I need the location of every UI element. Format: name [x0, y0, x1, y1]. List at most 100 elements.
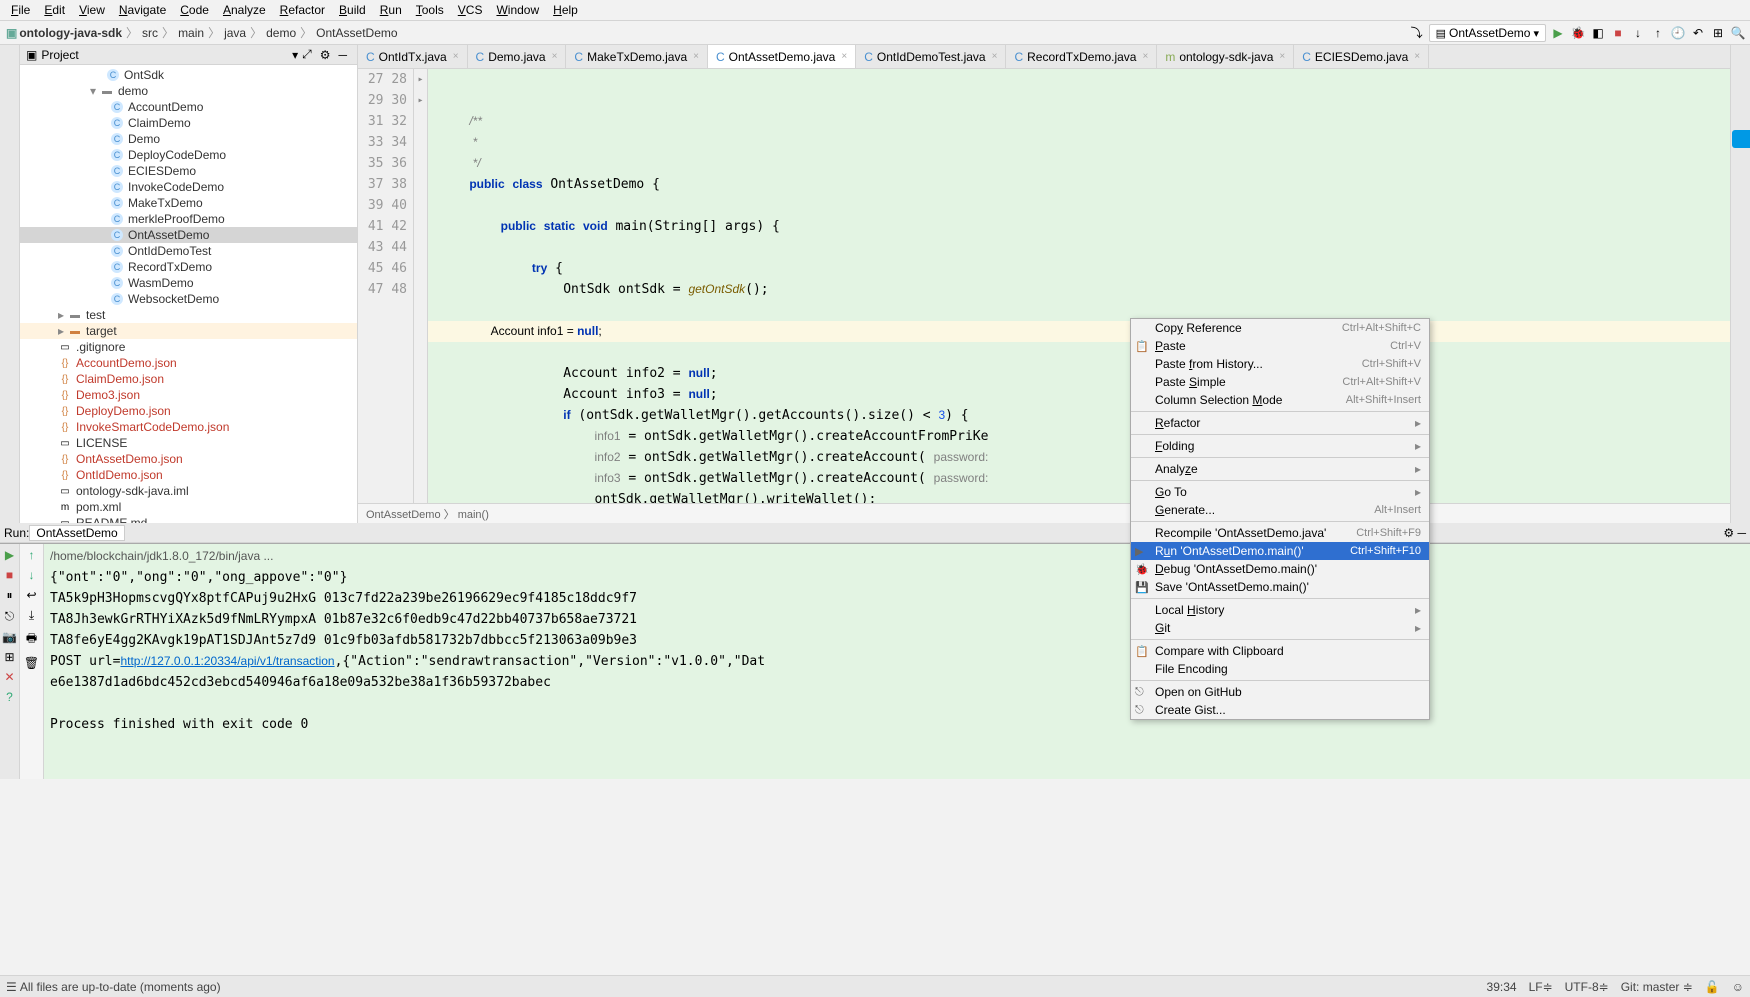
tree-item-ClaimDemo[interactable]: ClaimDemo: [20, 115, 357, 131]
code-editor[interactable]: /** * */ public class OntAssetDemo { pub…: [428, 69, 1750, 503]
context-menu-save-ontassetdemo-main-[interactable]: 💾Save 'OntAssetDemo.main()': [1131, 578, 1429, 596]
tree-item-test[interactable]: ▸▬test: [20, 307, 357, 323]
run-tab[interactable]: OntAssetDemo: [29, 525, 124, 541]
run-console[interactable]: /home/blockchain/jdk1.8.0_172/bin/java .…: [44, 544, 1750, 779]
run-gear-icon[interactable]: ⚙ ─: [1723, 526, 1746, 540]
menu-window[interactable]: Window: [489, 1, 546, 19]
structure-icon[interactable]: ⊞: [1710, 25, 1726, 41]
menu-view[interactable]: View: [72, 1, 112, 19]
tree-item-DeployDemo.json[interactable]: {}DeployDemo.json: [20, 403, 357, 419]
tree-item-Demo[interactable]: Demo: [20, 131, 357, 147]
tree-item-MakeTxDemo[interactable]: MakeTxDemo: [20, 195, 357, 211]
menu-run[interactable]: Run: [373, 1, 409, 19]
context-menu-analyze[interactable]: Analyze▸: [1131, 460, 1429, 478]
close-tab-icon[interactable]: ×: [841, 51, 847, 62]
stop-icon[interactable]: ■: [6, 568, 13, 582]
close-tab-icon[interactable]: ×: [693, 51, 699, 62]
vcs-commit-icon[interactable]: ↑: [1650, 25, 1666, 41]
tree-item-pom.xml[interactable]: mpom.xml: [20, 499, 357, 515]
up-icon[interactable]: ↑: [29, 548, 35, 562]
close-tab-icon[interactable]: ×: [552, 51, 558, 62]
tree-item-ClaimDemo.json[interactable]: {}ClaimDemo.json: [20, 371, 357, 387]
status-line-sep[interactable]: LF≑: [1529, 980, 1553, 994]
context-menu-file-encoding[interactable]: File Encoding: [1131, 660, 1429, 678]
tree-item-WebsocketDemo[interactable]: WebsocketDemo: [20, 291, 357, 307]
tree-item-DeployCodeDemo[interactable]: DeployCodeDemo: [20, 147, 357, 163]
tree-item-Demo3.json[interactable]: {}Demo3.json: [20, 387, 357, 403]
menu-tools[interactable]: Tools: [409, 1, 451, 19]
breadcrumb-demo[interactable]: demo: [264, 26, 298, 40]
menu-refactor[interactable]: Refactor: [273, 1, 332, 19]
soft-wrap-icon[interactable]: ↩: [26, 588, 36, 602]
context-menu-column-selection-mode[interactable]: Column Selection ModeAlt+Shift+Insert: [1131, 391, 1429, 409]
project-panel-header[interactable]: ▣Project ▾ ⤢ ⚙ ─: [20, 45, 357, 65]
editor-tab-ontology-sdk-java[interactable]: montology-sdk-java×: [1157, 45, 1294, 68]
fold-gutter[interactable]: ▸ ▸: [414, 69, 428, 503]
tree-item-OntAssetDemo[interactable]: OntAssetDemo: [20, 227, 357, 243]
tree-item-InvokeSmartCodeDemo.json[interactable]: {}InvokeSmartCodeDemo.json: [20, 419, 357, 435]
right-tool-stripe[interactable]: [1730, 45, 1750, 523]
tree-item-demo[interactable]: ▾▬demo: [20, 83, 357, 99]
menu-code[interactable]: Code: [173, 1, 216, 19]
vcs-update-icon[interactable]: ↓: [1630, 25, 1646, 41]
hide-panel-icon[interactable]: ─: [334, 48, 351, 62]
context-menu-paste-simple[interactable]: Paste SimpleCtrl+Alt+Shift+V: [1131, 373, 1429, 391]
context-menu-generate-[interactable]: Generate...Alt+Insert: [1131, 501, 1429, 519]
breadcrumb-java[interactable]: java: [222, 26, 248, 40]
context-menu-paste-from-history-[interactable]: Paste from History...Ctrl+Shift+V: [1131, 355, 1429, 373]
status-hector-icon[interactable]: ☺: [1732, 980, 1744, 994]
editor-tab-ECIESDemo.java[interactable]: CECIESDemo.java×: [1294, 45, 1429, 68]
tree-item-AccountDemo.json[interactable]: {}AccountDemo.json: [20, 355, 357, 371]
editor-context-menu[interactable]: Copy ReferenceCtrl+Alt+Shift+C📋PasteCtrl…: [1130, 318, 1430, 720]
menu-analyze[interactable]: Analyze: [216, 1, 273, 19]
status-git-branch[interactable]: Git: master ≑: [1621, 980, 1693, 994]
close-icon[interactable]: ✕: [4, 670, 14, 684]
left-tool-stripe[interactable]: [0, 45, 20, 523]
run-config-selector[interactable]: ▤ OntAssetDemo ▾: [1429, 24, 1546, 42]
close-tab-icon[interactable]: ×: [1279, 51, 1285, 62]
run-button-icon[interactable]: ▶: [1550, 25, 1566, 41]
tree-item-OntSdk[interactable]: OntSdk: [20, 67, 357, 83]
context-menu-debug-ontassetdemo-main-[interactable]: 🐞Debug 'OntAssetDemo.main()': [1131, 560, 1429, 578]
editor-tab-OntIdDemoTest.java[interactable]: COntIdDemoTest.java×: [856, 45, 1006, 68]
menu-edit[interactable]: Edit: [37, 1, 72, 19]
tree-item-.gitignore[interactable]: ▭.gitignore: [20, 339, 357, 355]
context-menu-run-ontassetdemo-main-[interactable]: ▶Run 'OntAssetDemo.main()'Ctrl+Shift+F10: [1131, 542, 1429, 560]
close-tab-icon[interactable]: ×: [453, 51, 459, 62]
context-menu-compare-with-clipboard[interactable]: 📋Compare with Clipboard: [1131, 642, 1429, 660]
context-menu-local-history[interactable]: Local History▸: [1131, 601, 1429, 619]
tree-item-OntIdDemo.json[interactable]: {}OntIdDemo.json: [20, 467, 357, 483]
pause-icon[interactable]: ⏸: [6, 588, 12, 603]
tree-item-ECIESDemo[interactable]: ECIESDemo: [20, 163, 357, 179]
project-tree[interactable]: OntSdk▾▬demoAccountDemoClaimDemoDemoDepl…: [20, 65, 357, 523]
help-icon[interactable]: ?: [6, 690, 13, 704]
gear-icon[interactable]: ⚙: [316, 48, 335, 62]
status-encoding[interactable]: UTF-8≑: [1565, 980, 1609, 994]
tree-item-RecordTxDemo[interactable]: RecordTxDemo: [20, 259, 357, 275]
status-caret-pos[interactable]: 39:34: [1487, 980, 1517, 994]
tree-item-InvokeCodeDemo[interactable]: InvokeCodeDemo: [20, 179, 357, 195]
debug-button-icon[interactable]: 🐞: [1570, 25, 1586, 41]
coverage-icon[interactable]: ◧: [1590, 25, 1606, 41]
status-lock-icon[interactable]: 🔓: [1705, 980, 1720, 994]
layout-icon[interactable]: ⊞: [4, 650, 14, 664]
tree-item-OntAssetDemo.json[interactable]: {}OntAssetDemo.json: [20, 451, 357, 467]
build-icon[interactable]: ⤵: [1409, 25, 1425, 41]
context-menu-open-on-github[interactable]: ⎋Open on GitHub: [1131, 683, 1429, 701]
print-icon[interactable]: 🖶: [26, 629, 37, 650]
teamviewer-badge[interactable]: [1732, 130, 1750, 148]
context-menu-git[interactable]: Git▸: [1131, 619, 1429, 637]
dump-icon[interactable]: 📷: [2, 630, 17, 644]
editor-tab-OntIdTx.java[interactable]: COntIdTx.java×: [358, 45, 468, 68]
menu-navigate[interactable]: Navigate: [112, 1, 173, 19]
menu-vcs[interactable]: VCS: [451, 1, 490, 19]
tree-item-AccountDemo[interactable]: AccountDemo: [20, 99, 357, 115]
context-menu-copy-reference[interactable]: Copy ReferenceCtrl+Alt+Shift+C: [1131, 319, 1429, 337]
editor-tab-MakeTxDemo.java[interactable]: CMakeTxDemo.java×: [566, 45, 708, 68]
close-tab-icon[interactable]: ×: [1414, 51, 1420, 62]
context-menu-create-gist-[interactable]: ⎋Create Gist...: [1131, 701, 1429, 719]
clear-icon[interactable]: 🗑: [24, 656, 39, 670]
scroll-end-icon[interactable]: ⤓: [29, 608, 34, 623]
editor-breadcrumb[interactable]: OntAssetDemo 〉 main(): [358, 503, 1750, 523]
tree-item-LICENSE[interactable]: ▭LICENSE: [20, 435, 357, 451]
